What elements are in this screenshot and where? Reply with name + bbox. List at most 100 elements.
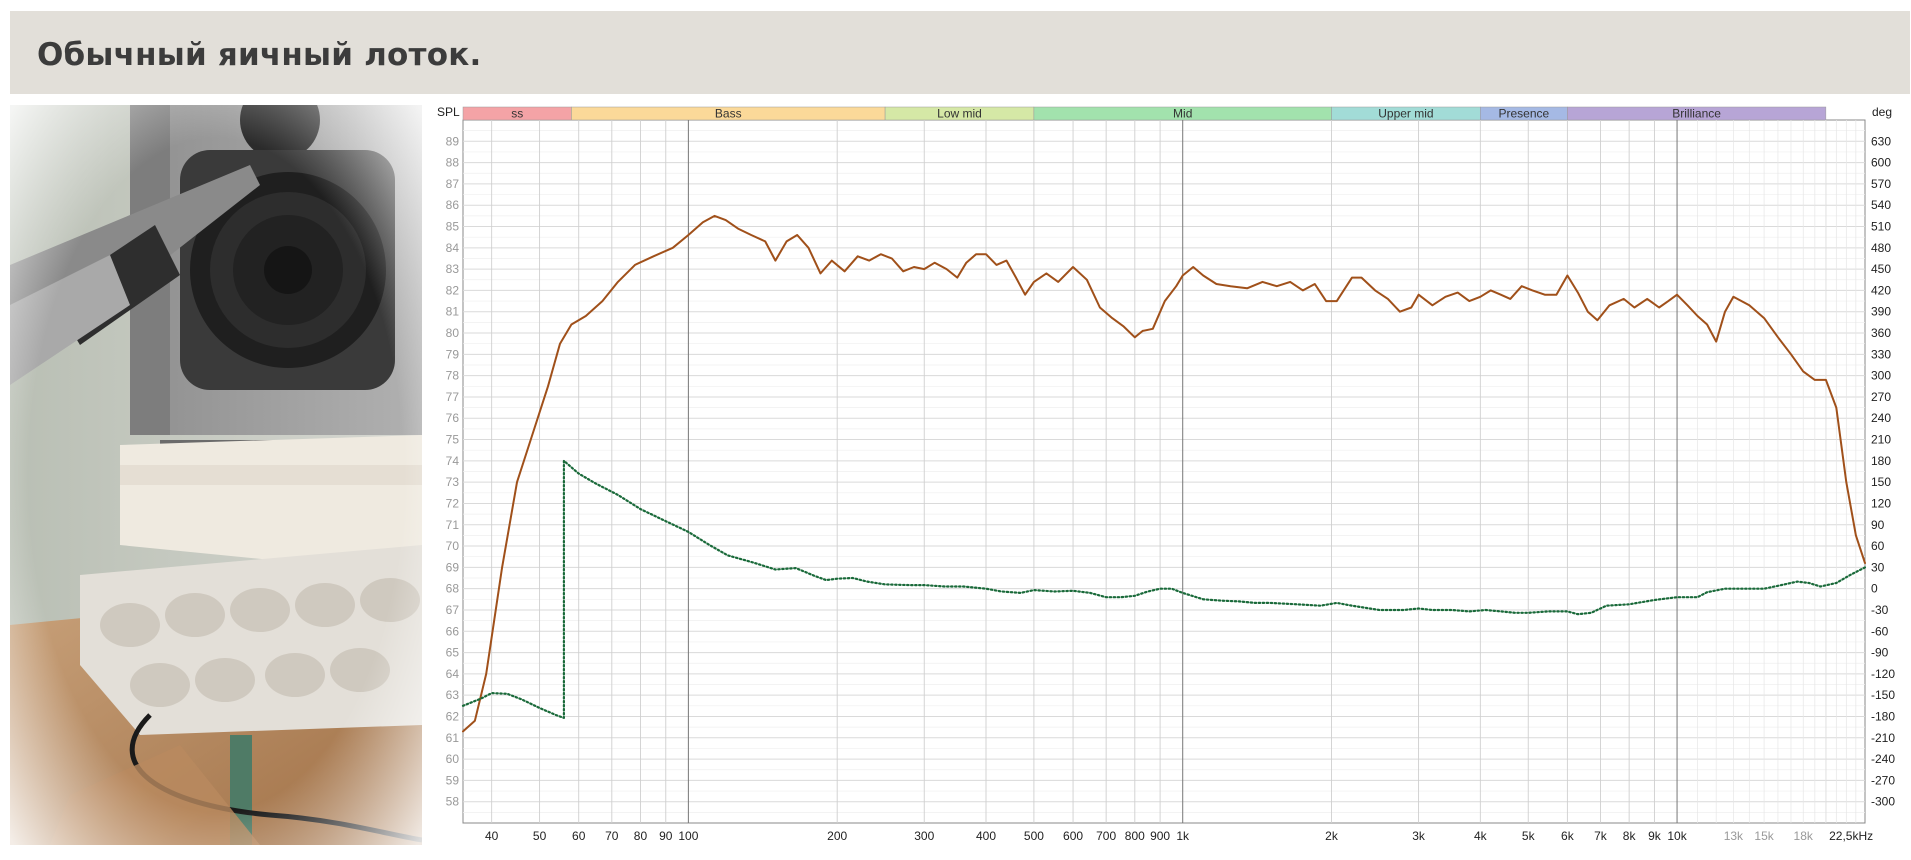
- x-tick: 90: [659, 829, 673, 843]
- right-axis-title: deg: [1872, 105, 1892, 119]
- y-left-tick: 75: [446, 433, 460, 447]
- y-right-tick: -60: [1871, 624, 1889, 638]
- y-left-tick: 60: [446, 752, 460, 766]
- y-left-tick: 83: [446, 262, 460, 276]
- x-tick: 500: [1024, 829, 1044, 843]
- y-left-tick: 81: [446, 305, 460, 319]
- y-left-tick: 66: [446, 624, 460, 638]
- frequency-bands: ss Bass Low mid Mid Upper mid Presence Brillia…: [462, 107, 1827, 121]
- x-tick: 800: [1125, 829, 1145, 843]
- y-right-tick: -270: [1871, 773, 1895, 787]
- frequency-response-chart: ss Bass Low mid Mid Upper mid Presence Brillia…: [425, 101, 1905, 846]
- x-tick-labels: 40 50 60 70 80 90 100 200 300 400 500 600 700 800 900 1…: [485, 829, 1873, 843]
- page-header: Обычный яичный лоток.: [10, 11, 1910, 94]
- y-left-tick: 74: [446, 454, 460, 468]
- y-left-tick: 61: [446, 731, 460, 745]
- y-right-tick: 300: [1871, 369, 1891, 383]
- x-tick: 7k: [1594, 829, 1608, 843]
- y-left-tick: 59: [446, 773, 460, 787]
- x-tick: 100: [678, 829, 698, 843]
- y-right-tick: 150: [1871, 475, 1891, 489]
- y-right-tick: 570: [1871, 177, 1891, 191]
- y-right-tick: -300: [1871, 795, 1895, 809]
- band-label: Brilliance: [1672, 107, 1721, 121]
- y-left-tick: 88: [446, 156, 460, 170]
- x-tick: 900: [1150, 829, 1170, 843]
- y-left-tick: 84: [446, 241, 460, 255]
- band-label: Mid: [1173, 107, 1192, 121]
- band-label: Upper mid: [1378, 107, 1433, 121]
- y-right-tick: -90: [1871, 646, 1889, 660]
- y-right-tick: 270: [1871, 390, 1891, 404]
- y-right-tick: 240: [1871, 411, 1891, 425]
- y-left-tick: 85: [446, 220, 460, 234]
- y-left-tick-labels: 58 59 60 61 62 63 64 65 66 67 68 69 70 71 72 73 74 75 76 77…: [446, 134, 460, 808]
- x-tick: 80: [634, 829, 648, 843]
- x-tick: 9k: [1648, 829, 1662, 843]
- x-tick: 1k: [1176, 829, 1190, 843]
- y-left-tick: 62: [446, 709, 460, 723]
- y-right-tick: 180: [1871, 454, 1891, 468]
- y-left-tick: 76: [446, 411, 460, 425]
- x-tick: 60: [572, 829, 586, 843]
- x-tick: 700: [1096, 829, 1116, 843]
- y-right-tick: -180: [1871, 709, 1895, 723]
- x-tick: 18k: [1794, 829, 1814, 843]
- y-left-tick: 89: [446, 134, 460, 148]
- y-right-tick: 600: [1871, 156, 1891, 170]
- band-label: Presence: [1499, 107, 1550, 121]
- band-label: ss: [511, 107, 523, 121]
- y-right-tick: -30: [1871, 603, 1889, 617]
- x-tick: 6k: [1561, 829, 1575, 843]
- y-right-tick: 450: [1871, 262, 1891, 276]
- y-right-tick: -150: [1871, 688, 1895, 702]
- y-right-tick: -210: [1871, 731, 1895, 745]
- y-left-tick: 80: [446, 326, 460, 340]
- y-left-tick: 65: [446, 646, 460, 660]
- y-right-tick: 360: [1871, 326, 1891, 340]
- x-tick: 13k: [1724, 829, 1744, 843]
- chart-canvas: ss Bass Low mid Mid Upper mid Presence Brillia…: [437, 105, 1895, 843]
- x-tick: 200: [827, 829, 847, 843]
- y-right-tick: -240: [1871, 752, 1895, 766]
- y-left-tick: 87: [446, 177, 460, 191]
- y-right-tick: 480: [1871, 241, 1891, 255]
- band-label: Bass: [715, 107, 742, 121]
- band-label: Low mid: [937, 107, 982, 121]
- y-left-tick: 58: [446, 795, 460, 809]
- y-left-tick: 78: [446, 369, 460, 383]
- x-tick: 2k: [1325, 829, 1339, 843]
- y-left-tick: 69: [446, 560, 460, 574]
- x-tick: 10k: [1667, 829, 1687, 843]
- x-tick: 400: [976, 829, 996, 843]
- y-right-tick: 510: [1871, 220, 1891, 234]
- x-tick: 600: [1063, 829, 1083, 843]
- y-left-tick: 86: [446, 198, 460, 212]
- x-tick: 22,5kHz: [1829, 829, 1873, 843]
- x-tick: 5k: [1522, 829, 1536, 843]
- y-right-tick: 0: [1871, 582, 1878, 596]
- y-left-tick: 68: [446, 582, 460, 596]
- x-tick: 40: [485, 829, 499, 843]
- y-right-tick: 420: [1871, 283, 1891, 297]
- y-left-tick: 73: [446, 475, 460, 489]
- y-left-tick: 64: [446, 667, 460, 681]
- y-right-tick: 210: [1871, 433, 1891, 447]
- speaker-photo: [10, 105, 422, 845]
- x-tick: 70: [605, 829, 619, 843]
- y-left-tick: 82: [446, 283, 460, 297]
- y-right-tick: -120: [1871, 667, 1895, 681]
- x-tick: 50: [533, 829, 547, 843]
- y-left-tick: 72: [446, 496, 460, 510]
- y-left-tick: 67: [446, 603, 460, 617]
- y-left-tick: 79: [446, 347, 460, 361]
- y-right-tick: 390: [1871, 305, 1891, 319]
- y-right-tick: 330: [1871, 347, 1891, 361]
- y-left-tick: 71: [446, 518, 460, 532]
- x-tick: 8k: [1623, 829, 1637, 843]
- x-tick: 15k: [1754, 829, 1774, 843]
- left-axis-title: SPL: [437, 105, 460, 119]
- x-tick: 4k: [1474, 829, 1488, 843]
- y-right-tick: 60: [1871, 539, 1885, 553]
- page-title: Обычный яичный лоток.: [37, 37, 482, 73]
